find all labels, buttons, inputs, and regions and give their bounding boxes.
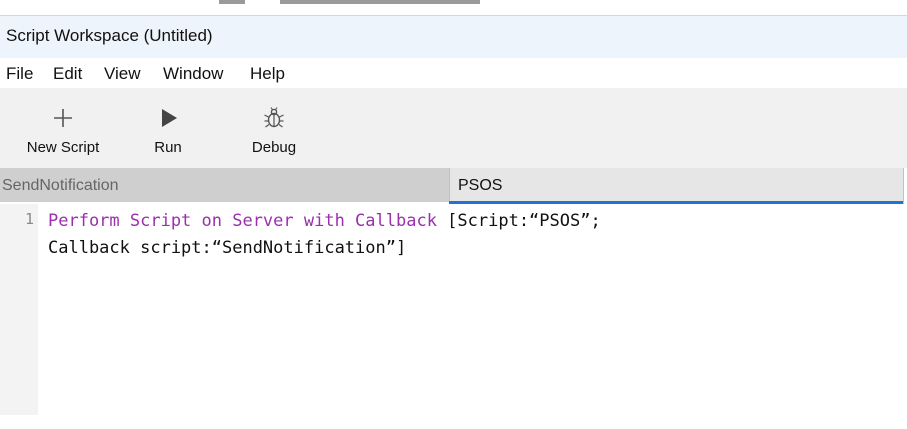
bug-icon (264, 107, 284, 128)
run-label: Run (154, 139, 182, 156)
script-step[interactable]: Perform Script on Server with Callback [… (48, 208, 601, 262)
line-number-gutter: 1 (0, 204, 38, 415)
debug-button[interactable]: Debug (245, 88, 303, 168)
background-window-fragment (0, 0, 907, 16)
menu-edit[interactable]: Edit (53, 64, 82, 84)
window-title: Script Workspace (Untitled) (6, 26, 213, 45)
new-script-label: New Script (26, 139, 100, 156)
step-params-line2: Callback script:“SendNotification”] (48, 238, 407, 258)
debug-label: Debug (251, 139, 297, 156)
run-button[interactable]: Run (145, 88, 191, 168)
script-workspace-window: Script Workspace (Untitled) File Edit Vi… (0, 0, 907, 429)
menu-bar: File Edit View Window Help (0, 58, 907, 88)
line-number: 1 (24, 210, 34, 228)
step-keyword: Perform Script on Server with Callback (48, 211, 437, 231)
menu-view[interactable]: View (104, 64, 141, 84)
play-icon (162, 109, 177, 127)
script-editor[interactable]: Perform Script on Server with Callback [… (38, 204, 907, 415)
toolbar: New Script Run Debug (0, 88, 907, 168)
new-script-button[interactable]: New Script (20, 88, 106, 168)
script-tabs: SendNotification PSOS (0, 168, 907, 204)
step-params-line1: [Script:“PSOS”; (436, 211, 601, 231)
title-bar[interactable]: Script Workspace (Untitled) (0, 16, 907, 58)
tab-sendnotification[interactable]: SendNotification (0, 168, 449, 202)
menu-help[interactable]: Help (250, 64, 285, 84)
bottom-edge (0, 415, 907, 429)
plus-icon (54, 109, 72, 127)
menu-file[interactable]: File (6, 64, 33, 84)
tab-divider (903, 168, 904, 204)
tab-psos[interactable]: PSOS (449, 168, 904, 202)
menu-window[interactable]: Window (163, 64, 223, 84)
